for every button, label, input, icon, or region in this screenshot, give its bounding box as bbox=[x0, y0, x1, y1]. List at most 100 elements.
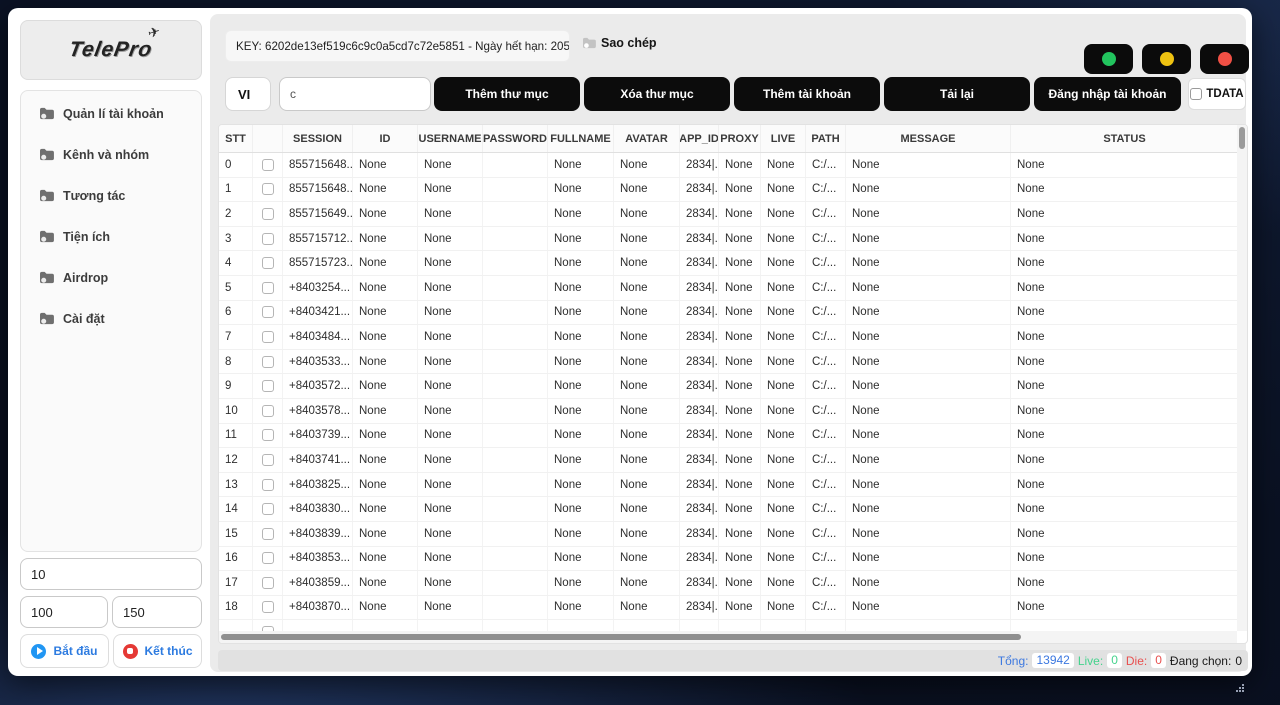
table-row[interactable]: 14+8403830...NoneNoneNoneNone2834|...Non… bbox=[219, 497, 1237, 522]
stop-button[interactable]: Kết thúc bbox=[113, 634, 202, 668]
table-row[interactable]: 17+8403859...NoneNoneNoneNone2834|...Non… bbox=[219, 571, 1237, 596]
range-from-input[interactable] bbox=[20, 596, 108, 628]
table-row[interactable]: 10+8403578...NoneNoneNoneNone2834|...Non… bbox=[219, 399, 1237, 424]
traffic-button-yellow[interactable] bbox=[1142, 44, 1191, 74]
row-checkbox[interactable] bbox=[262, 479, 274, 491]
cell-path: C:/... bbox=[806, 153, 846, 177]
column-header-password[interactable]: PASSWORD bbox=[483, 125, 548, 152]
threads-input[interactable] bbox=[20, 558, 202, 590]
column-header-_cb[interactable] bbox=[253, 125, 283, 152]
column-header-app_id[interactable]: APP_ID bbox=[680, 125, 719, 152]
green-dot-icon bbox=[1102, 52, 1116, 66]
column-header-message[interactable]: MESSAGE bbox=[846, 125, 1011, 152]
table-row[interactable]: 8+8403533...NoneNoneNoneNone2834|...None… bbox=[219, 350, 1237, 375]
table-row[interactable]: 3855715712...NoneNoneNoneNone2834|...Non… bbox=[219, 227, 1237, 252]
add-account-button[interactable]: Thêm tài khoản bbox=[734, 77, 880, 111]
column-header-status[interactable]: STATUS bbox=[1011, 125, 1239, 152]
row-checkbox[interactable] bbox=[262, 159, 274, 171]
row-checkbox[interactable] bbox=[262, 577, 274, 589]
tdata-toggle[interactable]: TDATA bbox=[1188, 78, 1246, 110]
cell-stt: 14 bbox=[219, 497, 253, 521]
row-checkbox[interactable] bbox=[262, 183, 274, 195]
column-header-fullname[interactable]: FULLNAME bbox=[548, 125, 614, 152]
row-checkbox[interactable] bbox=[262, 503, 274, 515]
search-input[interactable] bbox=[279, 77, 431, 111]
column-header-path[interactable]: PATH bbox=[806, 125, 846, 152]
vertical-scrollbar-thumb[interactable] bbox=[1239, 127, 1245, 149]
table-row[interactable]: 11+8403739...NoneNoneNoneNone2834|...Non… bbox=[219, 424, 1237, 449]
row-checkbox[interactable] bbox=[262, 331, 274, 343]
vertical-scrollbar[interactable] bbox=[1237, 125, 1247, 631]
column-header-stt[interactable]: STT bbox=[219, 125, 253, 152]
table-row[interactable]: 7+8403484...NoneNoneNoneNone2834|...None… bbox=[219, 325, 1237, 350]
row-checkbox[interactable] bbox=[262, 380, 274, 392]
row-checkbox[interactable] bbox=[262, 233, 274, 245]
traffic-button-green[interactable] bbox=[1084, 44, 1133, 74]
sidebar-item-label: Kênh và nhóm bbox=[63, 148, 149, 162]
copy-key-control[interactable]: Sao chép bbox=[582, 36, 657, 50]
traffic-button-red[interactable] bbox=[1200, 44, 1249, 74]
table-row[interactable]: 12+8403741...NoneNoneNoneNone2834|...Non… bbox=[219, 448, 1237, 473]
column-header-live[interactable]: LIVE bbox=[761, 125, 806, 152]
add-folder-button[interactable]: Thêm thư mục bbox=[434, 77, 580, 111]
row-checkbox[interactable] bbox=[262, 601, 274, 613]
cell-avatar: None bbox=[614, 374, 680, 398]
table-row[interactable]: 5+8403254...NoneNoneNoneNone2834|...None… bbox=[219, 276, 1237, 301]
row-checkbox[interactable] bbox=[262, 282, 274, 294]
cell-id: None bbox=[353, 522, 418, 546]
login-account-button[interactable]: Đăng nhập tài khoản bbox=[1034, 77, 1181, 111]
table-row[interactable]: 4855715723...NoneNoneNoneNone2834|...Non… bbox=[219, 251, 1237, 276]
row-checkbox[interactable] bbox=[262, 306, 274, 318]
table-row[interactable]: 0855715648...NoneNoneNoneNone2834|...Non… bbox=[219, 153, 1237, 178]
table-row[interactable]: 6+8403421...NoneNoneNoneNone2834|...None… bbox=[219, 301, 1237, 326]
table-row[interactable]: 2855715649...NoneNoneNoneNone2834|...Non… bbox=[219, 202, 1237, 227]
table-row[interactable]: 16+8403853...NoneNoneNoneNone2834|...Non… bbox=[219, 547, 1237, 572]
table-row[interactable]: 9+8403572...NoneNoneNoneNone2834|...None… bbox=[219, 374, 1237, 399]
column-header-proxy[interactable]: PROXY bbox=[719, 125, 761, 152]
column-header-avatar[interactable]: AVATAR bbox=[614, 125, 680, 152]
sidebar-item-label: Tương tác bbox=[63, 189, 125, 203]
table-row[interactable]: 15+8403839...NoneNoneNoneNone2834|...Non… bbox=[219, 522, 1237, 547]
table-row[interactable]: 18+8403870...NoneNoneNoneNone2834|...Non… bbox=[219, 596, 1237, 621]
range-to-input[interactable] bbox=[112, 596, 202, 628]
row-checkbox[interactable] bbox=[262, 552, 274, 564]
cell-proxy: None bbox=[719, 596, 761, 620]
column-header-session[interactable]: SESSION bbox=[283, 125, 353, 152]
cell-path: C:/... bbox=[806, 571, 846, 595]
sidebar-item-tuong-tac[interactable]: Tương tác bbox=[21, 175, 201, 216]
delete-folder-button[interactable]: Xóa thư mục bbox=[584, 77, 730, 111]
start-button[interactable]: Bắt đầu bbox=[20, 634, 109, 668]
language-select[interactable]: VI bbox=[225, 77, 271, 111]
column-header-id[interactable]: ID bbox=[353, 125, 418, 152]
row-checkbox[interactable] bbox=[262, 528, 274, 540]
start-button-label: Bắt đầu bbox=[53, 644, 97, 658]
cell-fullname: None bbox=[548, 350, 614, 374]
horizontal-scrollbar[interactable] bbox=[219, 631, 1237, 643]
row-checkbox[interactable] bbox=[262, 208, 274, 220]
row-checkbox[interactable] bbox=[262, 454, 274, 466]
table-row[interactable] bbox=[219, 620, 1237, 631]
row-checkbox[interactable] bbox=[262, 429, 274, 441]
sidebar-item-kenh-va-nhom[interactable]: Kênh và nhóm bbox=[21, 134, 201, 175]
table-row[interactable]: 1855715648...NoneNoneNoneNone2834|...Non… bbox=[219, 178, 1237, 203]
reload-button[interactable]: Tải lại bbox=[884, 77, 1030, 111]
cell-message: None bbox=[846, 596, 1011, 620]
cell-proxy: None bbox=[719, 227, 761, 251]
sidebar-item-airdrop[interactable]: Airdrop bbox=[21, 257, 201, 298]
table-row[interactable]: 13+8403825...NoneNoneNoneNone2834|...Non… bbox=[219, 473, 1237, 498]
sidebar-item-quan-li-tai-khoan[interactable]: Quản lí tài khoản bbox=[21, 93, 201, 134]
tdata-checkbox[interactable] bbox=[1190, 88, 1202, 100]
cell-username: None bbox=[418, 276, 483, 300]
cell-live: None bbox=[761, 178, 806, 202]
horizontal-scrollbar-thumb[interactable] bbox=[221, 634, 1021, 640]
column-header-username[interactable]: USERNAME bbox=[418, 125, 483, 152]
cell-app_id: 2834|... bbox=[680, 522, 719, 546]
cell-app_id: 2834|... bbox=[680, 399, 719, 423]
row-checkbox[interactable] bbox=[262, 356, 274, 368]
sidebar-item-cai-dat[interactable]: Cài đặt bbox=[21, 298, 201, 339]
row-checkbox[interactable] bbox=[262, 257, 274, 269]
sidebar-item-tien-ich[interactable]: Tiện ích bbox=[21, 216, 201, 257]
row-checkbox[interactable] bbox=[262, 405, 274, 417]
cell-status: None bbox=[1011, 596, 1237, 620]
cell-password bbox=[483, 424, 548, 448]
